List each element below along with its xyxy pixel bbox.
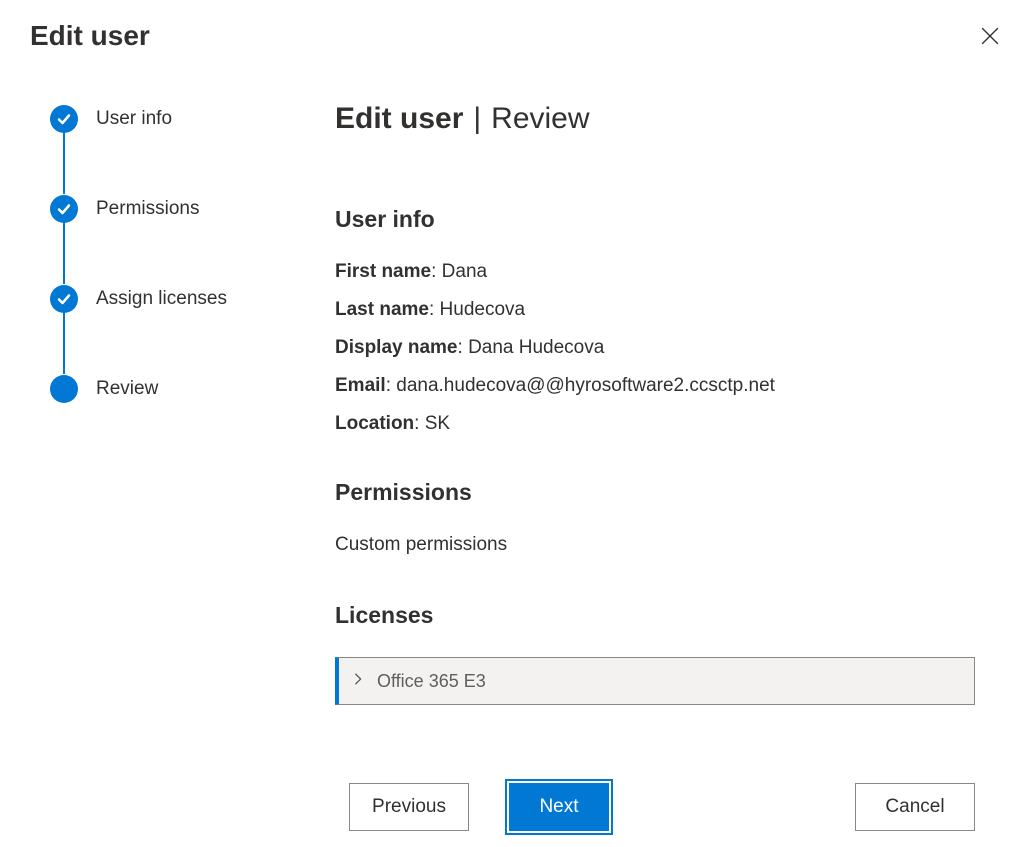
- field-label: Last name: [335, 299, 429, 320]
- step-label: User info: [96, 108, 172, 130]
- step-permissions[interactable]: Permissions: [50, 194, 330, 224]
- previous-button[interactable]: Previous: [349, 783, 469, 831]
- step-user-info[interactable]: User info: [50, 104, 330, 134]
- step-label: Permissions: [96, 198, 199, 220]
- cancel-button[interactable]: Cancel: [855, 783, 975, 831]
- dialog-title: Edit user: [30, 20, 150, 52]
- step-label: Assign licenses: [96, 288, 227, 310]
- field-email: Email: dana.hudecova@@hyrosoftware2.ccsc…: [335, 375, 975, 397]
- title-separator: |: [473, 102, 481, 136]
- step-connector: [63, 312, 65, 374]
- review-content: Edit user | Review User info First name:…: [330, 102, 1005, 831]
- section-title-permissions: Permissions: [335, 479, 975, 506]
- user-info-section: User info First name: Dana Last name: Hu…: [335, 206, 975, 451]
- step-current-icon: [50, 375, 78, 403]
- field-label: First name: [335, 261, 431, 282]
- field-last-name: Last name: Hudecova: [335, 299, 975, 321]
- wizard-stepper: User info Permissions Assign licenses Re: [30, 102, 330, 831]
- permissions-value: Custom permissions: [335, 534, 975, 556]
- edit-user-dialog: Edit user User info: [0, 0, 1035, 847]
- step-connector: [63, 222, 65, 284]
- step-assign-licenses[interactable]: Assign licenses: [50, 284, 330, 314]
- license-label: Office 365 E3: [377, 671, 486, 692]
- field-value: Dana Hudecova: [468, 337, 604, 358]
- section-title-licenses: Licenses: [335, 602, 975, 629]
- field-label: Location: [335, 413, 414, 434]
- field-label: Email: [335, 375, 386, 396]
- step-label: Review: [96, 378, 158, 400]
- permissions-section: Permissions Custom permissions: [335, 479, 975, 574]
- step-complete-icon: [50, 105, 78, 133]
- field-location: Location: SK: [335, 413, 975, 435]
- field-value: Hudecova: [440, 299, 526, 320]
- close-button[interactable]: [975, 21, 1005, 51]
- step-connector: [63, 132, 65, 194]
- step-review[interactable]: Review: [50, 374, 330, 404]
- license-row[interactable]: Office 365 E3: [335, 657, 975, 705]
- dialog-body: User info Permissions Assign licenses Re: [30, 102, 1005, 831]
- next-button[interactable]: Next: [509, 783, 609, 831]
- page-subtitle: Review: [491, 102, 589, 136]
- page-heading: Edit user | Review: [335, 102, 975, 136]
- licenses-section: Licenses Office 365 E3: [335, 602, 975, 705]
- field-display-name: Display name: Dana Hudecova: [335, 337, 975, 359]
- field-first-name: First name: Dana: [335, 261, 975, 283]
- chevron-right-icon: [351, 672, 365, 691]
- field-value: dana.hudecova@@hyrosoftware2.ccsctp.net: [396, 375, 775, 396]
- field-label: Display name: [335, 337, 458, 358]
- step-complete-icon: [50, 285, 78, 313]
- step-complete-icon: [50, 195, 78, 223]
- page-title: Edit user: [335, 102, 463, 136]
- section-title-user-info: User info: [335, 206, 975, 233]
- dialog-header: Edit user: [30, 20, 1005, 52]
- wizard-footer: Previous Next Cancel: [335, 783, 975, 831]
- field-value: Dana: [442, 261, 487, 282]
- field-value: SK: [425, 413, 450, 434]
